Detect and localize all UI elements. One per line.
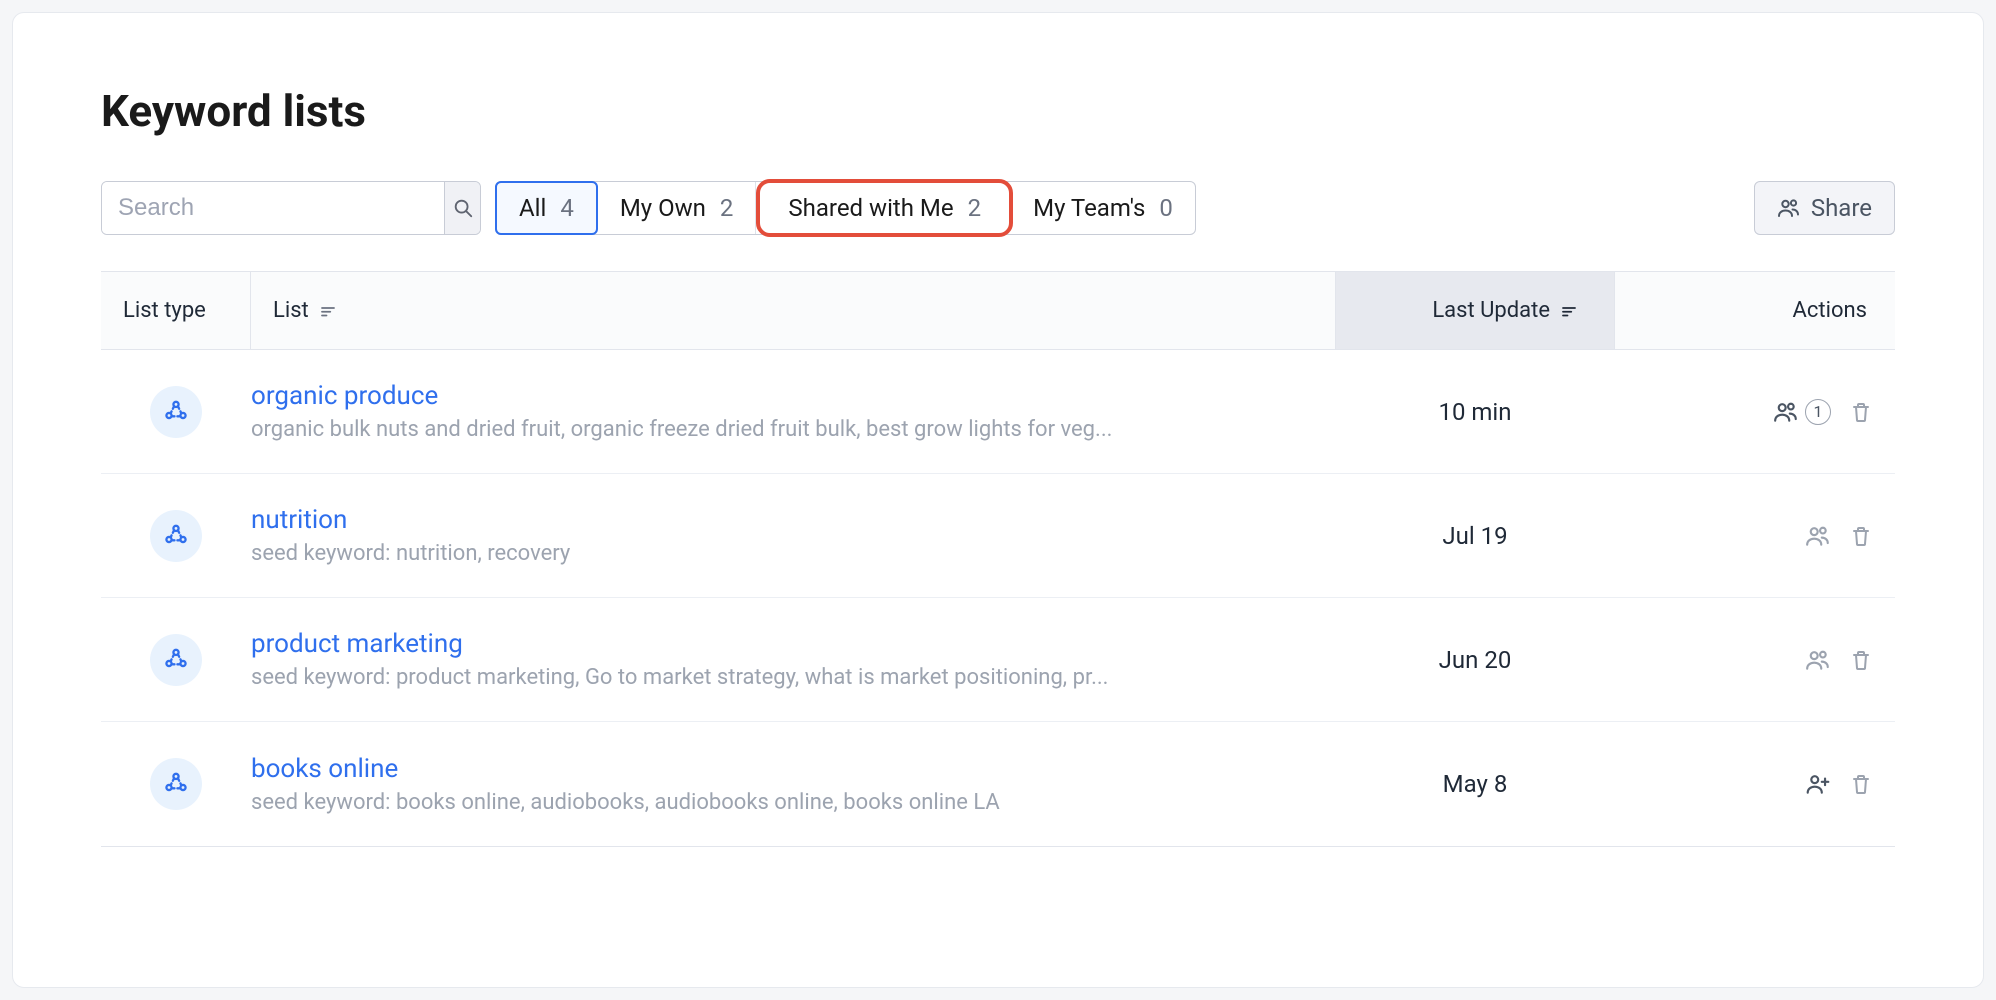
cell-last-update: Jul 19 [1335,522,1615,550]
header-list[interactable]: List [251,298,1335,323]
list-subtitle: seed keyword: books online, audiobooks, … [251,790,1295,815]
list-subtitle: organic bulk nuts and dried fruit, organ… [251,417,1295,442]
trash-icon [1849,400,1873,424]
cell-last-update: Jun 20 [1335,646,1615,674]
share-label: Share [1811,194,1872,222]
filter-count: 2 [968,194,982,222]
filter-all[interactable]: All 4 [495,181,598,235]
sort-icon [1560,302,1578,320]
header-actions: Actions [1615,298,1895,323]
table-header: List type List Last Update Actions [101,272,1895,350]
filter-count: 0 [1159,194,1173,222]
cell-actions: 1 [1615,399,1895,425]
search-input[interactable] [102,182,444,234]
share-button[interactable]: Share [1754,181,1895,235]
search-icon [452,197,474,219]
cell-type [101,758,251,810]
type-icon-cluster [150,510,202,562]
people-icon [1777,196,1801,220]
table-row: organic produce organic bulk nuts and dr… [101,350,1895,474]
delete-action[interactable] [1849,400,1873,424]
cluster-icon [162,398,190,426]
cell-type [101,386,251,438]
delete-action[interactable] [1849,648,1873,672]
cluster-icon [162,522,190,550]
people-icon [1773,399,1799,425]
share-action[interactable] [1805,523,1831,549]
cell-actions [1615,771,1895,797]
cell-type [101,510,251,562]
filter-shared-with-me[interactable]: Shared with Me 2 [756,179,1013,237]
filter-count: 4 [560,194,574,222]
keyword-lists-table: List type List Last Update Actions organ… [101,271,1895,847]
list-title-link[interactable]: books online [251,754,1295,784]
trash-icon [1849,524,1873,548]
header-list-type[interactable]: List type [101,272,251,349]
cell-list: product marketing seed keyword: product … [251,629,1335,690]
share-count-badge: 1 [1805,399,1831,425]
type-icon-cluster [150,758,202,810]
people-icon [1805,523,1831,549]
table-row: product marketing seed keyword: product … [101,598,1895,722]
sort-icon [319,302,337,320]
list-title-link[interactable]: nutrition [251,505,1295,535]
cluster-icon [162,770,190,798]
cell-list: books online seed keyword: books online,… [251,754,1335,815]
page-title: Keyword lists [101,85,1895,137]
search-button[interactable] [444,182,480,234]
cell-list: organic produce organic bulk nuts and dr… [251,381,1335,442]
cell-actions [1615,647,1895,673]
delete-action[interactable] [1849,772,1873,796]
list-subtitle: seed keyword: product marketing, Go to m… [251,665,1295,690]
filter-label: My Own [620,194,706,222]
filter-label: Shared with Me [788,194,953,222]
cell-type [101,634,251,686]
cell-actions [1615,523,1895,549]
type-icon-cluster [150,634,202,686]
trash-icon [1849,772,1873,796]
cell-last-update: May 8 [1335,770,1615,798]
list-title-link[interactable]: organic produce [251,381,1295,411]
delete-action[interactable] [1849,524,1873,548]
filter-my-own[interactable]: My Own 2 [598,182,757,234]
header-last-update[interactable]: Last Update [1335,272,1615,349]
filter-label: All [519,194,546,222]
list-subtitle: seed keyword: nutrition, recovery [251,541,1295,566]
cell-list: nutrition seed keyword: nutrition, recov… [251,505,1335,566]
main-panel: Keyword lists All 4 My Own 2 Shared with… [12,12,1984,988]
trash-icon [1849,648,1873,672]
filter-tabs: All 4 My Own 2 Shared with Me 2 My Team'… [495,181,1196,235]
filter-count: 2 [720,194,734,222]
search-wrap [101,181,481,235]
table-row: nutrition seed keyword: nutrition, recov… [101,474,1895,598]
filter-my-teams[interactable]: My Team's 0 [1011,182,1195,234]
people-icon [1805,647,1831,673]
table-row: books online seed keyword: books online,… [101,722,1895,846]
share-action[interactable] [1805,771,1831,797]
filter-label: My Team's [1033,194,1145,222]
spacer [1210,181,1740,235]
person-add-icon [1805,771,1831,797]
share-action[interactable]: 1 [1773,399,1831,425]
controls-row: All 4 My Own 2 Shared with Me 2 My Team'… [101,181,1895,235]
cluster-icon [162,646,190,674]
list-title-link[interactable]: product marketing [251,629,1295,659]
type-icon-cluster [150,386,202,438]
share-action[interactable] [1805,647,1831,673]
cell-last-update: 10 min [1335,398,1615,426]
